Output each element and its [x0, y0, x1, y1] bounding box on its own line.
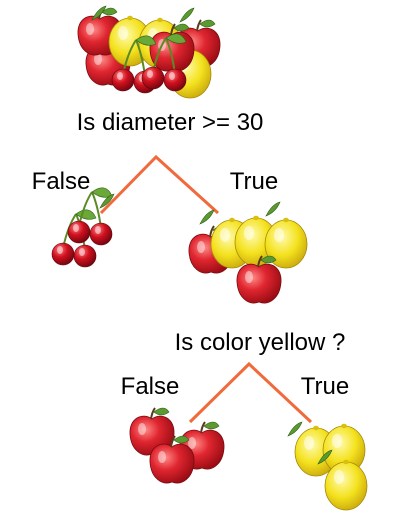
apples-lemons-cluster: [187, 201, 308, 305]
leaf-icon: [287, 421, 303, 437]
second-question: Is color yellow ?: [175, 329, 346, 356]
root-branch-lines: [99, 154, 220, 215]
second-branch-lines: [188, 361, 313, 424]
decision-tree-diagram: Is diameter >= 30 False True Is color ye…: [0, 0, 401, 520]
root-question: Is diameter >= 30: [77, 109, 264, 136]
second-false-label: False: [121, 373, 180, 400]
all-fruits-cluster: [76, 5, 222, 99]
root-true-label: True: [230, 168, 278, 195]
lemons-cluster: [287, 421, 368, 511]
cherries-cluster: [51, 186, 115, 268]
leaf-icon: [265, 201, 281, 217]
leaf-icon: [199, 209, 215, 225]
diagram-svg: Is diameter >= 30 False True Is color ye…: [32, 5, 368, 511]
leaf-icon: [179, 7, 195, 23]
apples-cluster: [128, 407, 226, 485]
root-false-label: False: [32, 168, 91, 195]
second-true-label: True: [301, 373, 349, 400]
